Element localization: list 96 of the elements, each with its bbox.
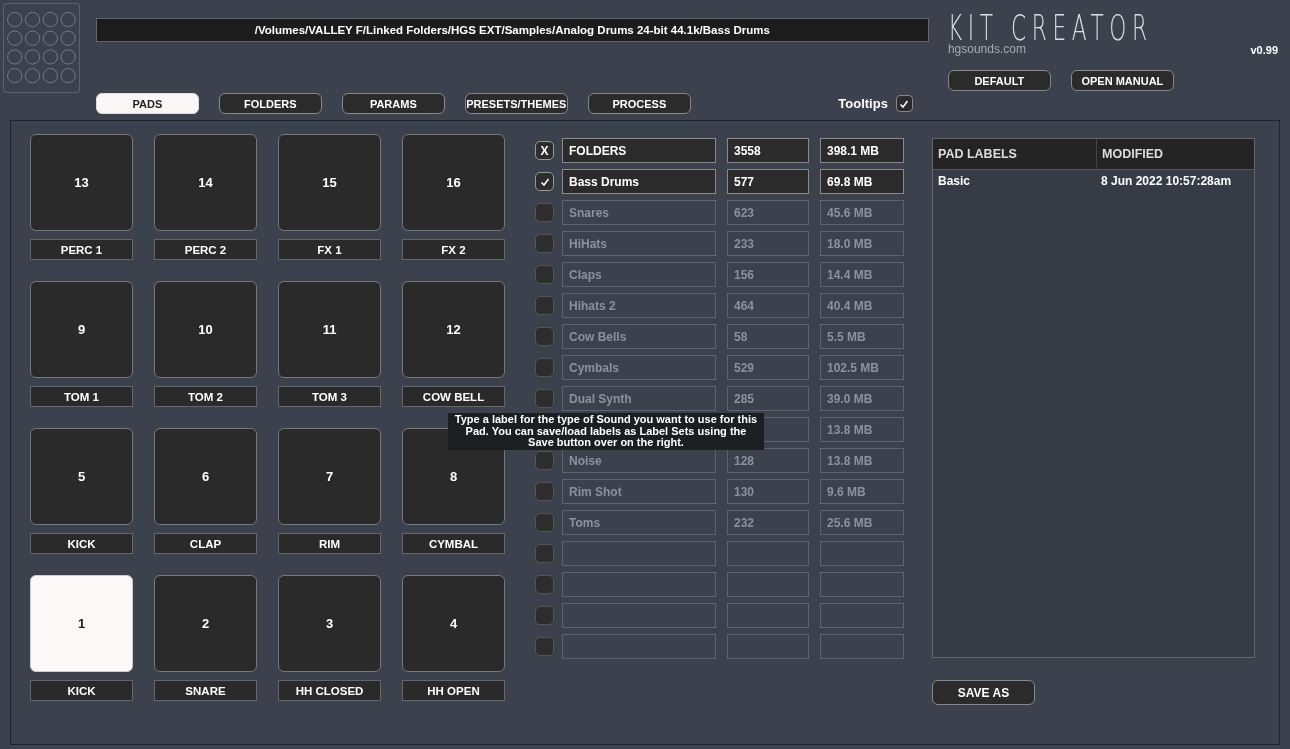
nav-tab[interactable]: PARAMS [341,93,445,114]
drum-pad[interactable]: 10 [154,281,257,378]
pad-label-field[interactable]: FX 1 [278,239,381,260]
tooltip: Type a label for the type of Sound you want to use for this Pad. You can save/load labels as Label Sets using the Save button over on the right. [448,413,764,450]
nav-tab[interactable]: PROCESS [587,93,691,114]
folder-size-field: 9.6 MB [820,479,904,504]
file-count-field: 577 [727,169,809,194]
tooltips-label: Tooltips [838,96,888,111]
folder-checkbox[interactable] [535,482,554,501]
folder-name-field[interactable] [562,572,716,597]
folder-size-field: 398.1 MB [820,138,904,163]
folder-checkbox[interactable] [535,575,554,594]
folder-checkbox[interactable] [535,389,554,408]
folder-checkbox[interactable] [535,606,554,625]
folder-size-field: 25.6 MB [820,510,904,535]
folder-checkbox[interactable] [535,265,554,284]
pad-label-field[interactable]: KICK [30,680,133,701]
file-count-field: 58 [727,324,809,349]
folder-size-field: 5.5 MB [820,324,904,349]
drum-pad[interactable]: 7 [278,428,381,525]
folder-size-field: 45.6 MB [820,200,904,225]
folder-checkbox[interactable] [535,544,554,563]
drum-pad[interactable]: 13 [30,134,133,231]
file-count-field: 233 [727,231,809,256]
pad-label-field[interactable]: TOM 2 [154,386,257,407]
drum-pad[interactable]: 6 [154,428,257,525]
folder-checkbox[interactable] [535,637,554,656]
pad-label-field[interactable]: HH OPEN [402,680,505,701]
drum-pad[interactable]: 12 [402,281,505,378]
folder-checkbox[interactable] [535,234,554,253]
drum-pad[interactable]: 3 [278,575,381,672]
file-count-field: 529 [727,355,809,380]
folder-size-field: 14.4 MB [820,262,904,287]
folder-checkbox[interactable] [535,203,554,222]
folder-name-field[interactable] [562,603,716,628]
folder-size-field: 69.8 MB [820,169,904,194]
folder-size-field: 13.8 MB [820,417,904,442]
drum-pad[interactable]: 5 [30,428,133,525]
save-as-button[interactable]: SAVE AS [932,680,1035,705]
folder-name-field[interactable] [562,541,716,566]
pad-label-field[interactable]: PERC 1 [30,239,133,260]
pad-label-field[interactable]: HH CLOSED [278,680,381,701]
folder-name-field[interactable]: FOLDERS [562,138,716,163]
table-cell[interactable]: Basic [933,174,1096,188]
folder-checkbox[interactable] [535,296,554,315]
drum-pad[interactable]: 2 [154,575,257,672]
folder-name-field[interactable] [562,634,716,659]
pad-label-field[interactable]: TOM 3 [278,386,381,407]
folder-checkbox[interactable] [535,513,554,532]
website-text: hgsounds.com [947,42,1026,56]
drum-pad[interactable]: 4 [402,575,505,672]
column-header: MODIFIED [1096,139,1254,169]
folder-size-field: 40.4 MB [820,293,904,318]
version-text: v0.99 [1250,44,1278,56]
drum-pad[interactable]: 14 [154,134,257,231]
pad-label-field[interactable]: PERC 2 [154,239,257,260]
path-bar: /Volumes/VALLEY F/Linked Folders/HGS EXT/Samples/Analog Drums 24-bit 44.1k/Bass Drums [95,18,929,42]
file-count-field: 285 [727,386,809,411]
nav-tab[interactable]: PRESETS/THEMES [464,93,568,114]
table-cell[interactable]: 8 Jun 2022 10:57:28am [1096,174,1254,188]
pad-label-field[interactable]: COW BELL [402,386,505,407]
pad-label-field[interactable]: SNARE [154,680,257,701]
drum-pad[interactable]: 9 [30,281,133,378]
file-count-field: 623 [727,200,809,225]
pad-label-field[interactable]: RIM [278,533,381,554]
clear-all-checkbox[interactable]: X [535,141,554,160]
drum-pad[interactable]: 11 [278,281,381,378]
folder-size-field: 39.0 MB [820,386,904,411]
file-count-field: 130 [727,479,809,504]
pad-grid-logo-icon [3,3,80,93]
nav-tab[interactable]: FOLDERS [218,93,322,114]
column-header: PAD LABELS [937,146,1018,163]
pad-label-field[interactable]: KICK [30,533,133,554]
folder-checkbox[interactable] [535,451,554,470]
folder-checkbox[interactable] [535,327,554,346]
file-count-field: 3558 [727,138,809,163]
folder-size-field: 18.0 MB [820,231,904,256]
header-button[interactable]: DEFAULT [947,70,1051,91]
file-count-field: 232 [727,510,809,535]
pad-label-field[interactable]: CYMBAL [402,533,505,554]
folder-checkbox[interactable] [535,358,554,377]
tooltips-checkbox[interactable] [895,95,913,112]
drum-pad[interactable]: 16 [402,134,505,231]
pad-label-field[interactable]: FX 2 [402,239,505,260]
header-button[interactable]: OPEN MANUAL [1070,70,1174,91]
pad-label-field[interactable]: TOM 1 [30,386,133,407]
folder-name-field[interactable]: Bass Drums [562,169,716,194]
pad-label-field[interactable]: CLAP [154,533,257,554]
nav-tab[interactable]: PADS [95,93,199,114]
folder-size-field: 13.8 MB [820,448,904,473]
drum-pad[interactable]: 1 [30,575,133,672]
folder-size-field: 102.5 MB [820,355,904,380]
drum-pad[interactable]: 15 [278,134,381,231]
folder-checkbox[interactable] [535,172,554,191]
file-count-field: 464 [727,293,809,318]
file-count-field: 156 [727,262,809,287]
